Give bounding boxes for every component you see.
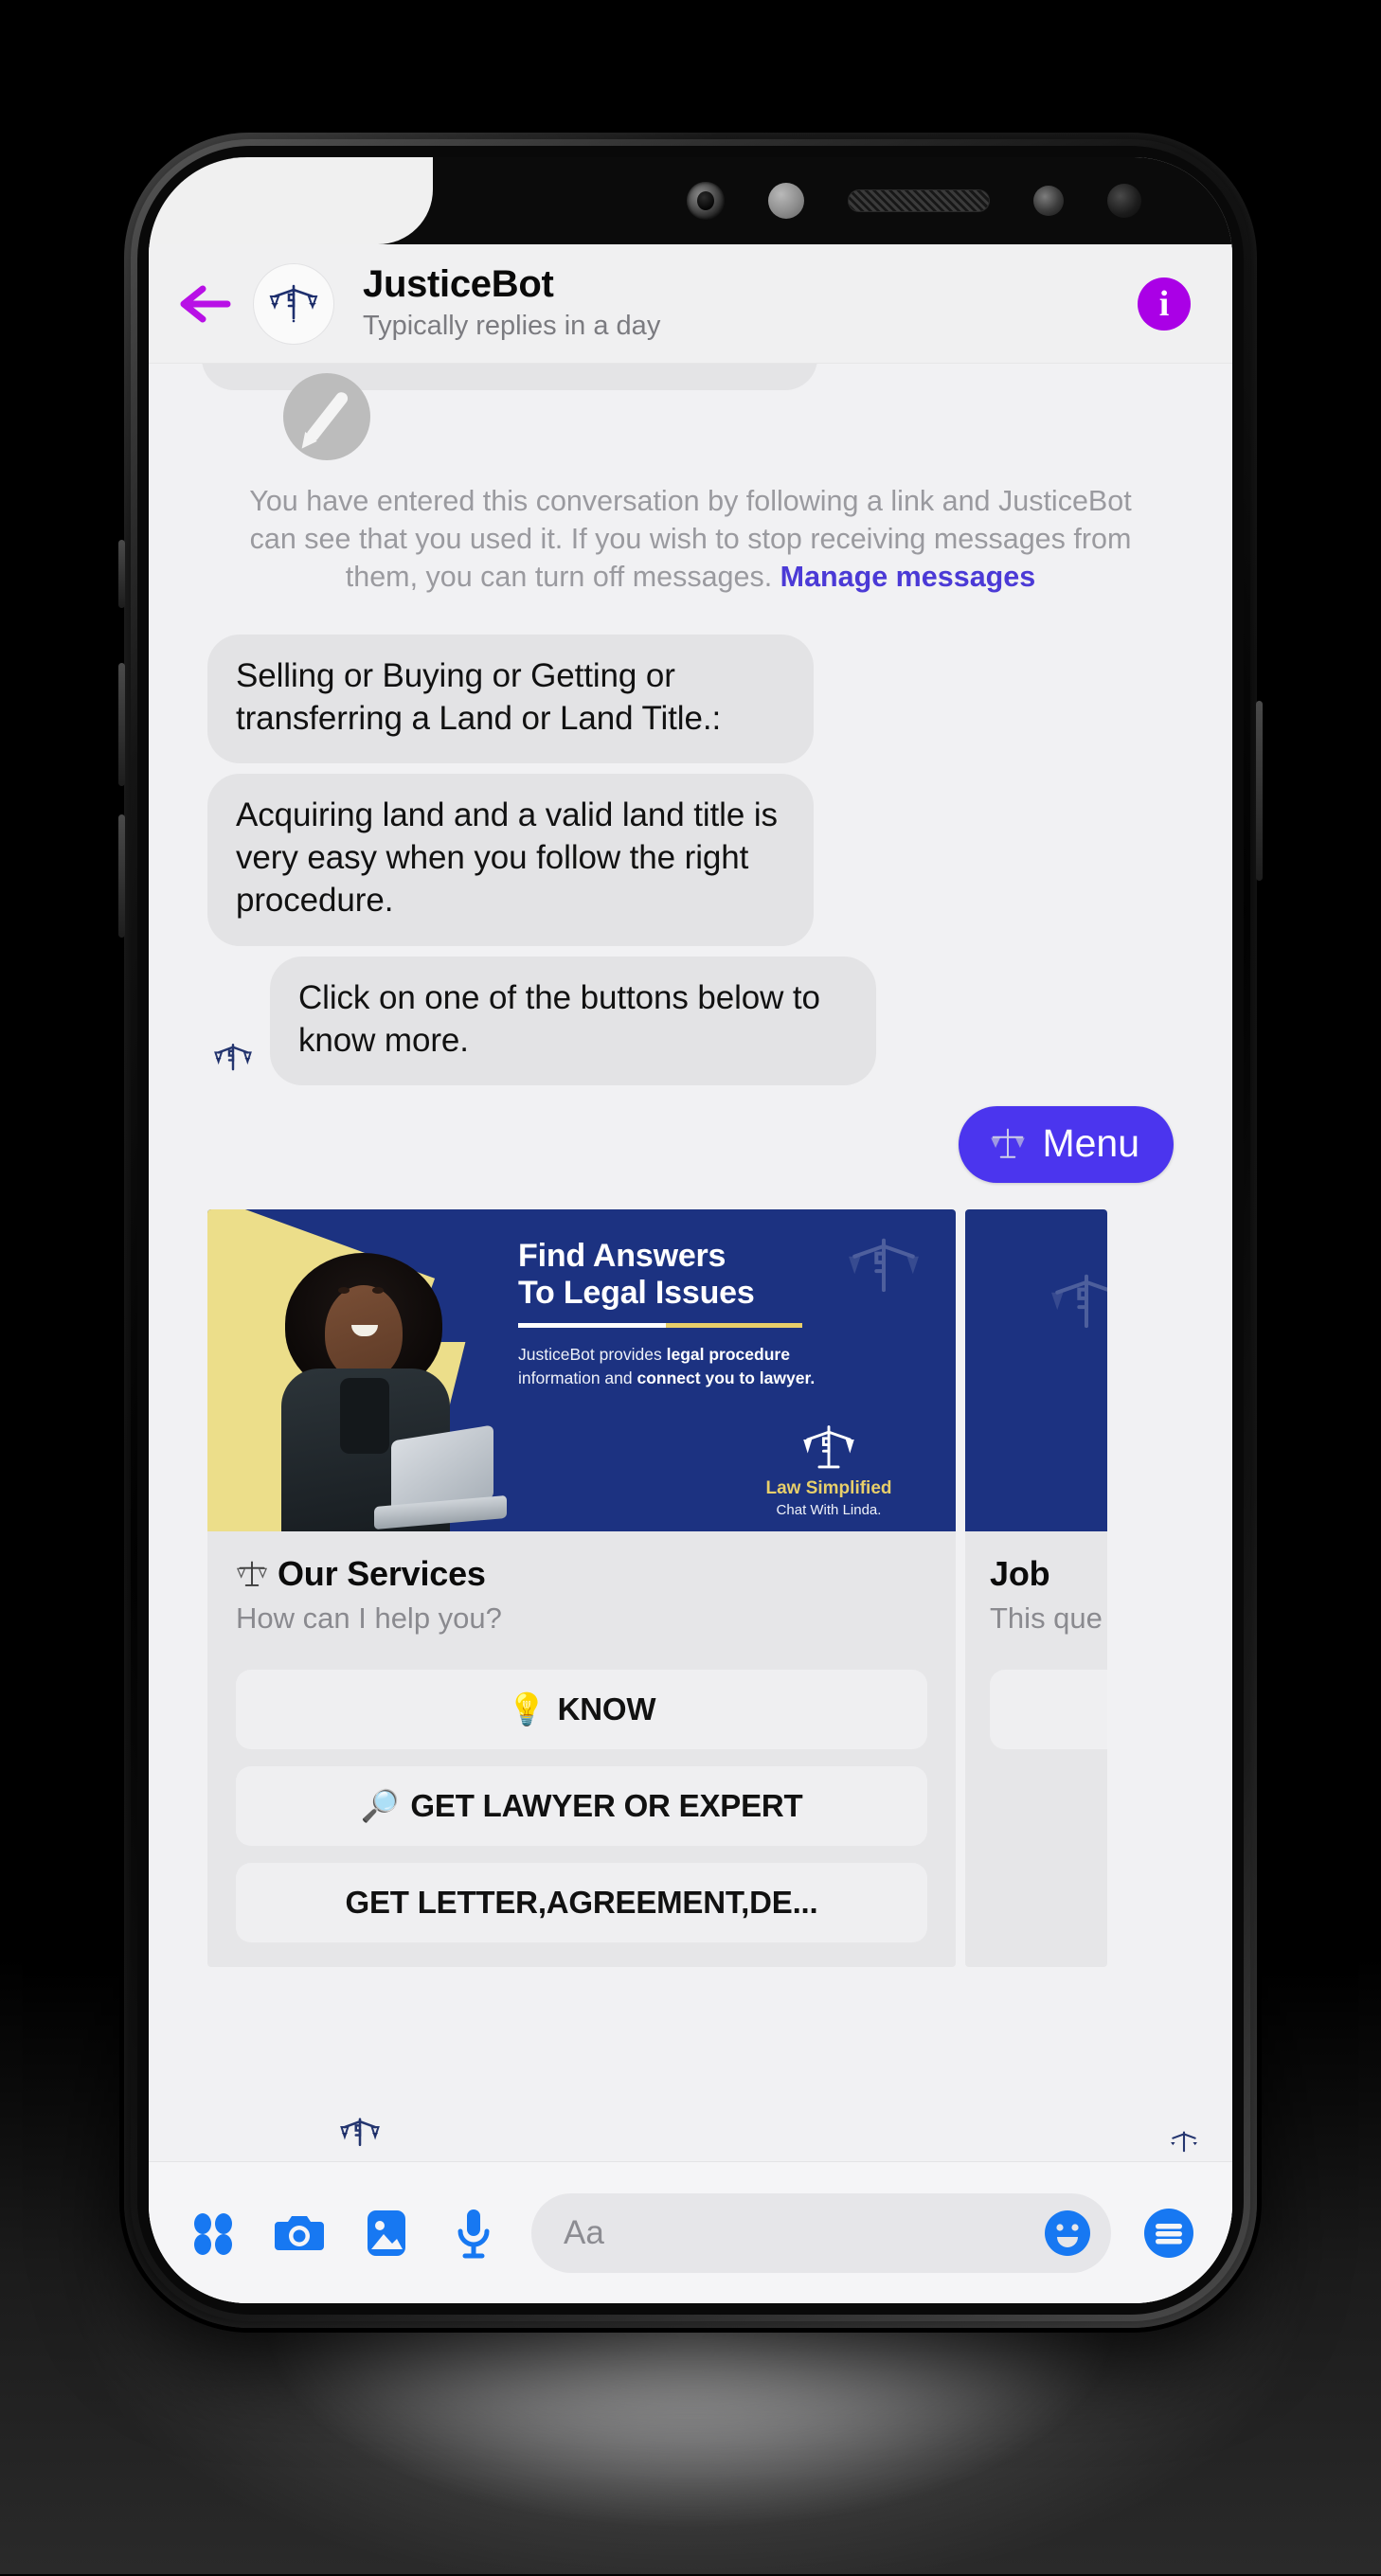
status-bar-fill	[149, 157, 433, 244]
card-title: Job	[990, 1554, 1049, 1594]
info-button[interactable]: i	[1138, 277, 1191, 331]
hamburger-circle-icon[interactable]	[1139, 2204, 1198, 2263]
smiley-icon[interactable]	[1041, 2204, 1094, 2263]
hero-body-text: JusticeBot provides legal procedure info…	[518, 1343, 831, 1391]
chat-header-text: JusticeBot Typically replies in a day	[363, 263, 1121, 343]
phone-screen: JusticeBot Typically replies in a day i …	[149, 157, 1232, 2303]
card-action-list-next	[990, 1670, 1107, 1749]
menu-button-label: Menu	[1042, 1121, 1139, 1166]
power-button	[1256, 701, 1263, 881]
lightbulb-icon: 💡	[508, 1691, 547, 1728]
brand-subtitle: Chat With Linda.	[725, 1502, 933, 1518]
watermark-scales-icon	[1047, 1266, 1107, 1342]
card-button-next[interactable]	[990, 1670, 1107, 1749]
card-title-row: Our Services	[236, 1554, 927, 1594]
card-button-get-letter[interactable]: GET LETTER,AGREEMENT,DE...	[236, 1863, 927, 1942]
card-action-list: 💡 KNOW 🔎 GET LAWYER OR EXPERT GET LETTER…	[236, 1670, 927, 1942]
scales-of-justice-icon	[212, 1038, 254, 1078]
card-body: Our Services How can I help you? 💡 KNOW …	[207, 1531, 956, 1967]
messenger-app: JusticeBot Typically replies in a day i …	[149, 244, 1232, 2303]
menu-quick-reply-button[interactable]: Menu	[959, 1106, 1174, 1183]
bot-avatar	[207, 1027, 259, 1078]
hero-body-bold2: connect you to lawyer.	[637, 1368, 816, 1387]
scales-of-justice-icon	[338, 2112, 382, 2154]
card-title-row-next: Job	[990, 1554, 1107, 1594]
message-input-placeholder: Aa	[564, 2214, 1031, 2252]
card-button-label: GET LAWYER OR EXPERT	[410, 1788, 802, 1824]
bot-avatar-right	[1168, 2127, 1200, 2157]
message-composer: Aa	[149, 2161, 1232, 2303]
hero-body-prefix: JusticeBot provides	[518, 1345, 667, 1364]
scales-of-justice-icon	[987, 1124, 1029, 1164]
card-subtitle-next: This que	[990, 1601, 1107, 1636]
avatar[interactable]	[253, 263, 334, 345]
brand-block: Law Simplified Chat With Linda.	[725, 1422, 933, 1518]
page-title: JusticeBot	[363, 263, 1121, 306]
mute-switch	[118, 540, 125, 608]
message-bubble[interactable]: Click on one of the buttons below to kno…	[270, 957, 876, 1086]
secondary-sensor-icon	[1107, 184, 1141, 218]
hero-body-bold1: legal procedure	[667, 1345, 790, 1364]
four-dots-icon[interactable]	[183, 2204, 242, 2263]
info-icon: i	[1159, 283, 1170, 325]
card-title: Our Services	[278, 1554, 486, 1594]
carousel-card-next[interactable]: Job This que	[965, 1209, 1107, 1967]
hero-divider	[518, 1323, 802, 1328]
pencil-icon	[304, 390, 350, 444]
hero-body-mid: information and	[518, 1368, 637, 1387]
card-carousel[interactable]: Find Answers To Legal Issues JusticeBot …	[149, 1209, 1232, 1967]
quick-reply-row: Menu	[149, 1085, 1232, 1183]
phone-device: JusticeBot Typically replies in a day i …	[124, 133, 1257, 2328]
card-button-label: GET LETTER,AGREEMENT,DE...	[345, 1885, 817, 1921]
gallery-icon[interactable]	[357, 2204, 416, 2263]
watermark-scales-icon	[844, 1230, 924, 1306]
message-list: Selling or Buying or Getting or transfer…	[149, 635, 1232, 1086]
card-body-next: Job This que	[965, 1531, 1107, 1774]
card-hero-image-next	[965, 1209, 1107, 1531]
scales-of-justice-icon	[1168, 2127, 1200, 2157]
conversation-disclaimer: You have entered this conversation by fo…	[238, 483, 1143, 597]
hero-copy: Find Answers To Legal Issues JusticeBot …	[492, 1209, 956, 1531]
reply-time-status: Typically replies in a day	[363, 309, 1121, 343]
compose-avatar	[283, 373, 370, 460]
earpiece-speaker	[848, 189, 990, 212]
magnifier-icon: 🔎	[361, 1788, 400, 1825]
proximity-sensor-icon	[768, 183, 804, 219]
ir-camera-icon	[687, 182, 725, 220]
message-input[interactable]: Aa	[531, 2193, 1111, 2273]
scales-of-justice-icon	[268, 279, 319, 329]
card-subtitle: How can I help you?	[236, 1601, 927, 1636]
message-row: Click on one of the buttons below to kno…	[207, 957, 1174, 1086]
card-button-get-lawyer[interactable]: 🔎 GET LAWYER OR EXPERT	[236, 1766, 927, 1846]
back-arrow-icon[interactable]	[177, 275, 236, 333]
card-button-label: KNOW	[558, 1691, 656, 1727]
microphone-icon[interactable]	[444, 2204, 503, 2263]
card-button-know[interactable]: 💡 KNOW	[236, 1670, 927, 1749]
message-thread[interactable]: You have entered this conversation by fo…	[149, 364, 1232, 2161]
manage-messages-link[interactable]: Manage messages	[780, 561, 1036, 593]
scales-of-justice-icon	[799, 1422, 858, 1476]
bot-avatar-bottom	[338, 2112, 382, 2154]
volume-down-button	[118, 814, 125, 938]
front-camera-icon	[1033, 186, 1064, 216]
message-bubble[interactable]: Acquiring land and a valid land title is…	[207, 774, 814, 945]
laptop-icon	[374, 1433, 507, 1531]
card-hero-image: Find Answers To Legal Issues JusticeBot …	[207, 1209, 956, 1531]
camera-icon[interactable]	[270, 2204, 329, 2263]
lawyer-photo	[249, 1247, 486, 1531]
scales-of-justice-icon	[236, 1558, 268, 1590]
brand-label: Law Simplified	[725, 1478, 933, 1499]
carousel-card[interactable]: Find Answers To Legal Issues JusticeBot …	[207, 1209, 956, 1967]
chat-header: JusticeBot Typically replies in a day i	[149, 244, 1232, 364]
message-bubble[interactable]: Selling or Buying or Getting or transfer…	[207, 635, 814, 764]
volume-up-button	[118, 663, 125, 786]
